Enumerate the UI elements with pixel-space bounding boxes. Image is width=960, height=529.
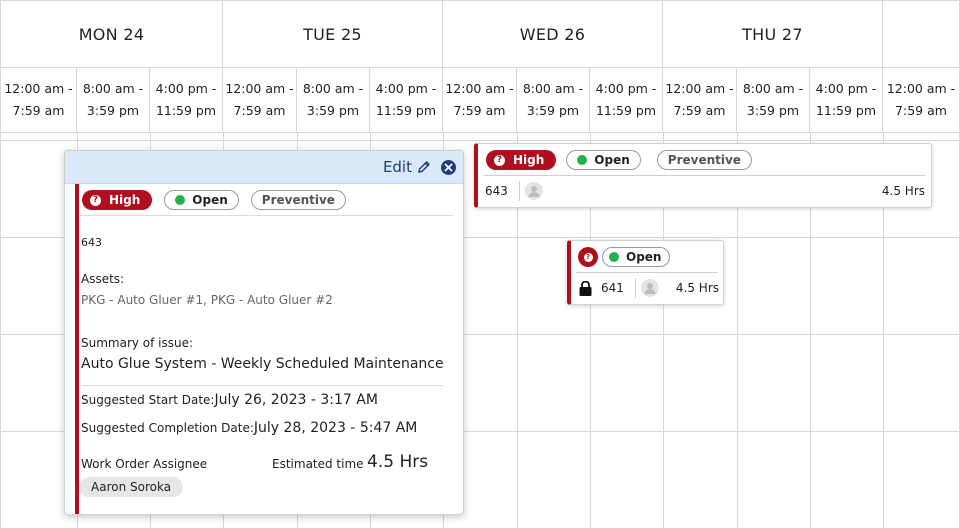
shift-header: 12:00 am -7:59 am	[883, 68, 959, 133]
assignee-chip: Aaron Soroka	[79, 476, 184, 497]
shift-header: 12:00 am -7:59 am	[1, 68, 77, 133]
popover-header: Edit	[65, 151, 463, 184]
shift-header: 4:00 pm -11:59 pm	[370, 68, 443, 133]
priority-high-icon: ?	[90, 194, 101, 206]
priority-badge: ? High	[486, 150, 557, 170]
day-header-tue: TUE 25	[223, 1, 443, 68]
status-open-dot-icon	[577, 155, 588, 165]
divider	[518, 181, 520, 201]
shift-header: 12:00 am -7:59 am	[443, 68, 517, 133]
shift-header: 8:00 am -3:59 pm	[297, 68, 370, 133]
status-badge: Open	[164, 190, 239, 210]
divider	[81, 385, 443, 386]
status-open-dot-icon	[609, 252, 619, 262]
shift-header: 8:00 am -3:59 pm	[77, 68, 150, 133]
avatar-placeholder-icon	[524, 182, 543, 200]
shift-header: 4:00 pm -11:59 pm	[150, 68, 223, 133]
avatar-placeholder-icon	[640, 279, 659, 297]
estimated-hours: 4.5 Hrs	[881, 184, 925, 198]
assets-label: Assets:	[81, 272, 125, 286]
priority-badge: ? High	[82, 190, 153, 210]
pencil-icon	[418, 161, 430, 173]
status-badge: Open	[566, 150, 641, 170]
shift-header: 12:00 am -7:59 am	[663, 68, 737, 133]
day-header-thu: THU 27	[663, 1, 883, 68]
close-icon	[444, 163, 453, 171]
summary-value: Auto Glue System - Weekly Scheduled Main…	[81, 356, 444, 372]
lock-icon	[579, 280, 592, 296]
estimated-time-label: Estimated time	[272, 457, 364, 471]
estimated-hours: 4.5 Hrs	[675, 281, 719, 295]
suggested-completion-date: Suggested Completion Date:July 28, 2023 …	[81, 420, 418, 436]
work-order-card-641[interactable]: ? Open 641 4.5 Hrs	[567, 240, 724, 305]
status-badge: Open	[602, 247, 671, 267]
estimated-time-value: 4.5 Hrs	[367, 452, 429, 472]
shift-header: 8:00 am -3:59 pm	[737, 68, 810, 133]
grid-band	[1, 133, 959, 141]
assignee-label: Work Order Assignee	[81, 457, 208, 471]
day-header-wed: WED 26	[443, 1, 663, 68]
assets-value: PKG - Auto Gluer #1, PKG - Auto Gluer #2	[81, 293, 333, 307]
popover-body: ? High Open Preventive 643 Assets: PKG -…	[75, 184, 453, 514]
close-button[interactable]	[441, 159, 456, 175]
work-order-popover: Edit ? High Open Preventive 643 Assets: …	[64, 150, 464, 515]
status-open-dot-icon	[175, 195, 186, 205]
shift-header: 8:00 am -3:59 pm	[517, 68, 590, 133]
type-badge: Preventive	[656, 150, 752, 170]
divider	[634, 278, 636, 298]
summary-label: Summary of issue:	[81, 336, 194, 350]
priority-high-icon: ?	[494, 154, 505, 166]
day-header-mon: MON 24	[1, 1, 223, 68]
work-order-id: 641	[601, 281, 624, 295]
divider	[576, 272, 718, 273]
suggested-start-date: Suggested Start Date:July 26, 2023 - 3:1…	[81, 392, 378, 408]
work-order-card-643[interactable]: ? High Open Preventive 643 4.5 Hrs	[474, 143, 932, 208]
edit-button[interactable]: Edit	[383, 158, 431, 176]
work-order-id: 643	[81, 236, 102, 249]
shift-header: 4:00 pm -11:59 pm	[810, 68, 883, 133]
type-badge: Preventive	[250, 190, 346, 210]
work-order-id: 643	[485, 184, 508, 198]
divider	[80, 215, 453, 216]
shift-header: 12:00 am -7:59 am	[223, 68, 297, 133]
shift-header: 4:00 pm -11:59 pm	[590, 68, 663, 133]
divider	[484, 175, 925, 176]
priority-high-icon: ?	[578, 247, 598, 267]
day-header-next	[883, 1, 960, 68]
